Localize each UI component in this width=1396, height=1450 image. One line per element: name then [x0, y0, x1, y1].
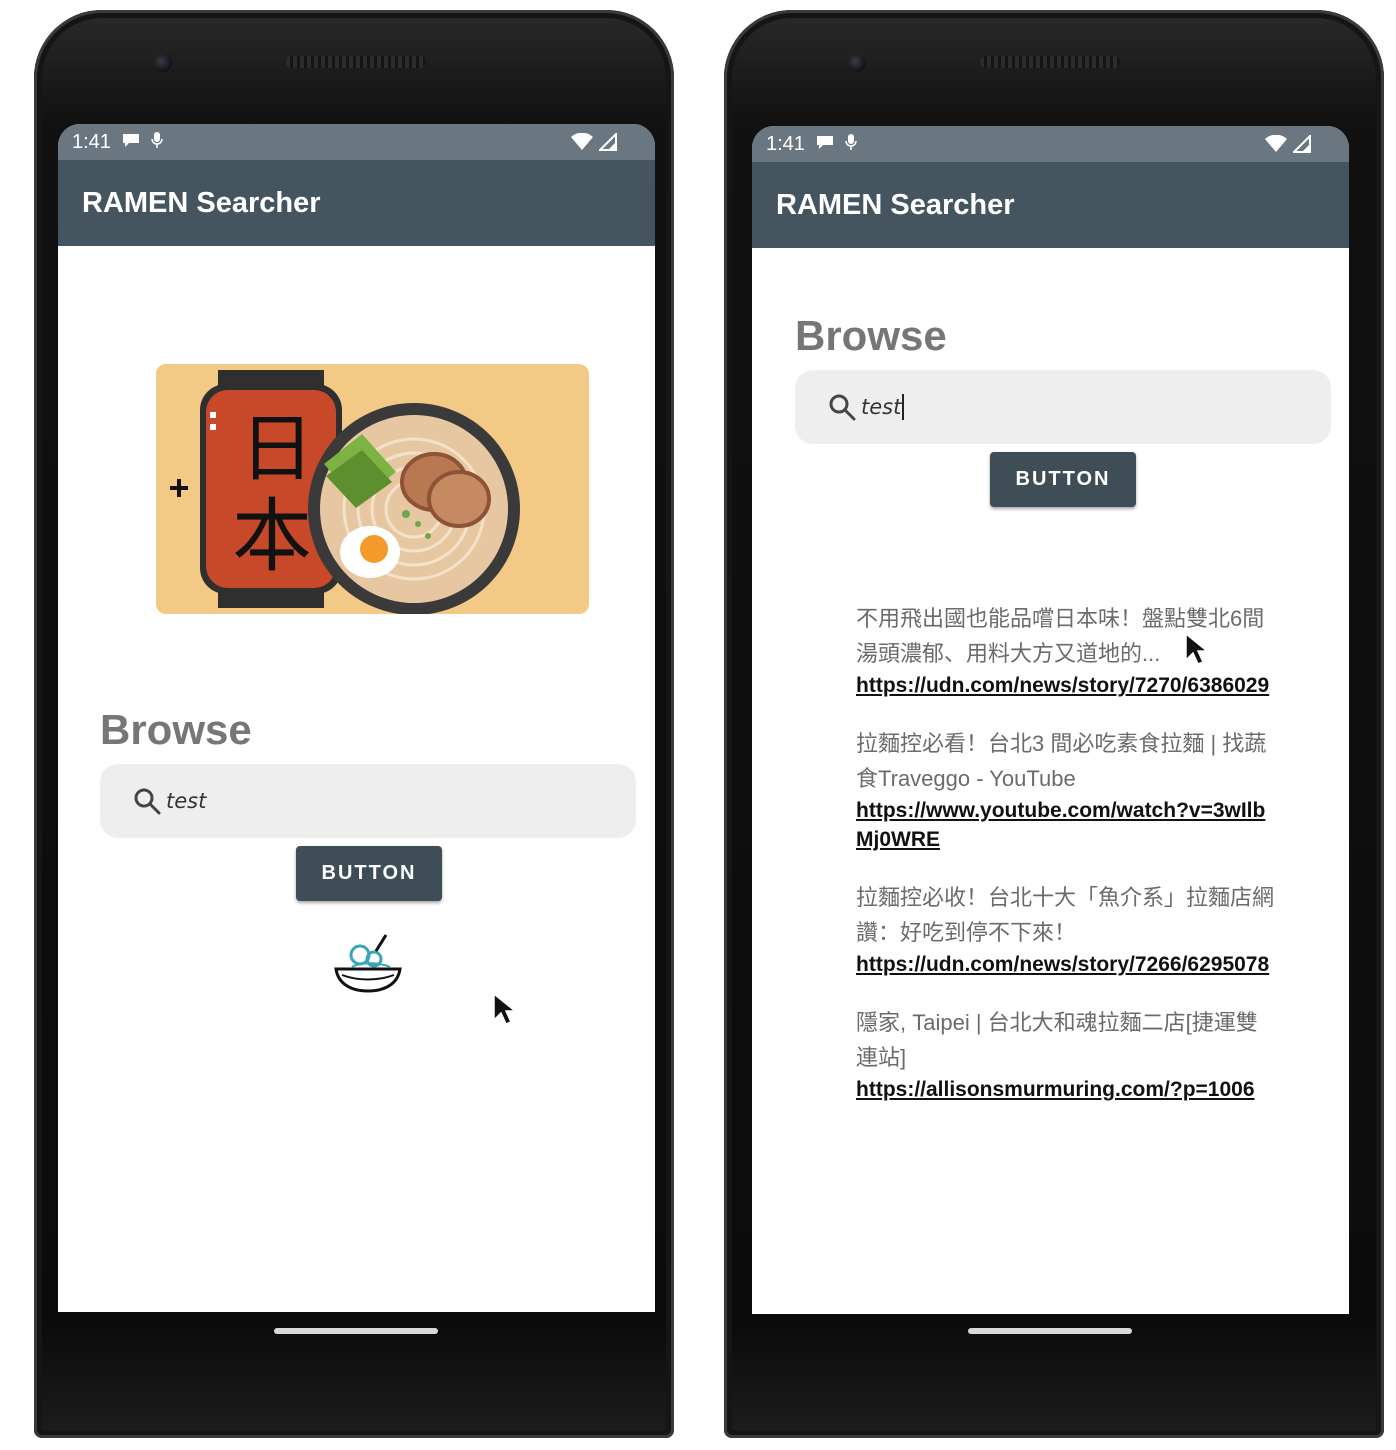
speaker-grille [980, 56, 1120, 68]
app-title: RAMEN Searcher [776, 188, 1015, 221]
mouse-cursor-icon [493, 992, 516, 1025]
search-icon [134, 788, 161, 815]
browse-title: Browse [100, 706, 252, 753]
app-bar: RAMEN Searcher [752, 162, 1349, 248]
result-title: 隱家, Taipei | 台北大和魂拉麵二店[捷運雙連站] [856, 1010, 1258, 1070]
search-input-value: test [861, 395, 902, 419]
app-title: RAMEN Searcher [82, 186, 321, 219]
list-item[interactable]: 不用飛出國也能品嚐日本味！盤點雙北6間湯頭濃郁、用料大方又道地的... http… [856, 601, 1276, 700]
result-link[interactable]: https://udn.com/news/story/7270/6386029 [856, 671, 1276, 700]
home-indicator[interactable] [274, 1328, 438, 1334]
status-time: 1:41 [766, 132, 805, 155]
search-input-value: test [166, 789, 207, 813]
search-button-label: BUTTON [1015, 468, 1111, 490]
status-bar: 1:41 [58, 124, 655, 160]
lantern-kanji-bottom: 本 [232, 490, 312, 583]
result-title: 不用飛出國也能品嚐日本味！盤點雙北6間湯頭濃郁、用料大方又道地的... [856, 606, 1265, 666]
result-link[interactable]: https://allisonsmurmuring.com/?p=1006 [856, 1075, 1276, 1104]
screen-left: 1:41 RAMEN Searcher 日 本 Browse test BUTT… [58, 124, 655, 1312]
camera-icon [848, 54, 866, 72]
status-time: 1:41 [72, 130, 111, 153]
text-caret [902, 394, 905, 420]
browse-title: Browse [795, 312, 947, 359]
list-item[interactable]: 拉麵控必收！台北十大「魚介系」拉麵店網讚：好吃到停不下來！ https://ud… [856, 880, 1276, 979]
hero-image: 日 本 [156, 364, 589, 614]
lantern-kanji-top: 日 [240, 406, 314, 492]
search-button[interactable]: BUTTON [296, 846, 442, 901]
home-indicator[interactable] [968, 1328, 1132, 1334]
wifi-icon [1265, 135, 1287, 152]
search-input[interactable]: test [100, 764, 636, 838]
result-link[interactable]: https://udn.com/news/story/7266/6295078 [856, 950, 1276, 979]
signal-icon [1293, 135, 1311, 153]
camera-icon [154, 54, 172, 72]
search-icon [829, 394, 856, 421]
signal-icon [599, 133, 617, 151]
message-icon [121, 131, 141, 154]
app-bar: RAMEN Searcher [58, 160, 655, 246]
result-link[interactable]: https://www.youtube.com/watch?v=3wIlbMj0… [856, 796, 1276, 854]
list-item[interactable]: 隱家, Taipei | 台北大和魂拉麵二店[捷運雙連站] https://al… [856, 1005, 1276, 1104]
wifi-icon [571, 133, 593, 150]
speaker-grille [286, 56, 426, 68]
screen-right: 1:41 RAMEN Searcher Browse test BUTTON 不… [752, 126, 1349, 1314]
mouse-cursor-icon [1185, 632, 1208, 665]
result-title: 拉麵控必看！台北3 間必吃素食拉麵 | 找蔬食Traveggo - YouTub… [856, 731, 1267, 791]
mic-icon [845, 133, 857, 156]
search-input[interactable]: test [795, 370, 1331, 444]
message-icon [815, 133, 835, 156]
search-button-label: BUTTON [321, 862, 417, 884]
phone-frame-right: 1:41 RAMEN Searcher Browse test BUTTON 不… [724, 10, 1384, 1438]
results-list[interactable]: 不用飛出國也能品嚐日本味！盤點雙北6間湯頭濃郁、用料大方又道地的... http… [856, 601, 1276, 1186]
result-title: 拉麵控必收！台北十大「魚介系」拉麵店網讚：好吃到停不下來！ [856, 885, 1275, 945]
list-item[interactable]: 拉麵控必看！台北3 間必吃素食拉麵 | 找蔬食Traveggo - YouTub… [856, 726, 1276, 854]
status-bar: 1:41 [752, 126, 1349, 162]
search-button[interactable]: BUTTON [990, 452, 1136, 507]
phone-frame-left: 1:41 RAMEN Searcher 日 本 Browse test BUTT… [34, 10, 674, 1438]
mic-icon [151, 131, 163, 154]
ramen-bowl-loading-icon [334, 934, 402, 993]
